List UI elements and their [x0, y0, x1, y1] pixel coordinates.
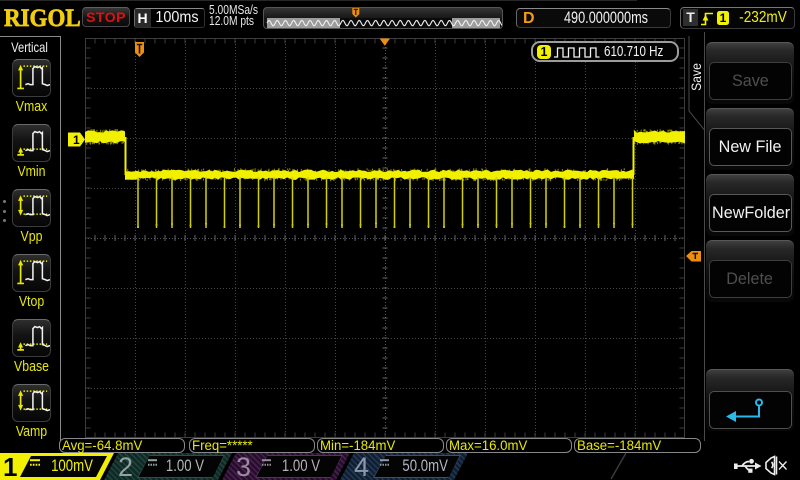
svg-text:1: 1	[73, 133, 80, 147]
